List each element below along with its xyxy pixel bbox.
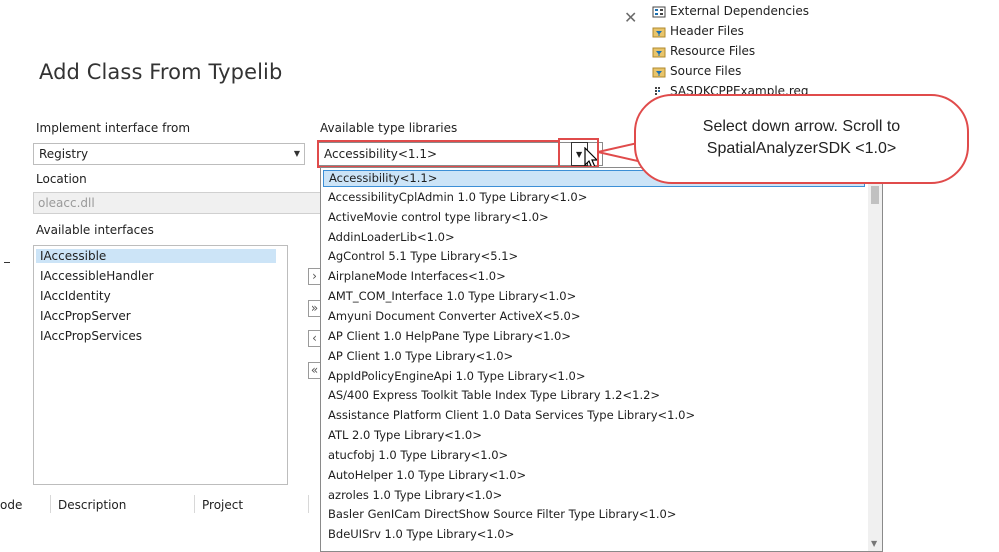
divider [4,262,10,263]
available-interfaces-list[interactable]: IAccessible IAccessibleHandler IAccIdent… [33,245,288,485]
dependencies-icon [652,6,666,17]
location-field: oleacc.dll [33,192,321,214]
callout-line-1: Select down arrow. Scroll to [702,118,901,135]
dropdown-item[interactable]: AgControl 5.1 Type Library<5.1> [328,249,518,263]
scroll-down-icon[interactable]: ▼ [871,539,877,548]
tree-item-resource-files[interactable]: Resource Files [652,44,755,58]
tree-item-header-files[interactable]: Header Files [652,24,744,38]
location-value: oleacc.dll [38,196,95,210]
location-label: Location [36,172,87,186]
scrollbar[interactable]: ▲ ▼ [868,168,882,551]
dropdown-item[interactable]: azroles 1.0 Type Library<1.0> [328,488,502,502]
column-description[interactable]: Description [58,498,126,512]
close-icon[interactable]: ✕ [624,8,637,27]
filter-folder-icon [652,27,666,37]
dropdown-item[interactable]: BdeUISrv 1.0 Type Library<1.0> [328,527,514,541]
dropdown-item[interactable]: Amyuni Document Converter ActiveX<5.0> [328,309,580,323]
filter-folder-icon [652,67,666,77]
dropdown-item[interactable]: ATL 2.0 Type Library<1.0> [328,428,482,442]
available-typelibs-label: Available type libraries [320,121,458,135]
chevron-down-icon: ▼ [293,149,300,158]
divider [194,495,195,513]
tree-item-label: Source Files [670,64,742,78]
dropdown-item[interactable]: AS/400 Express Toolkit Table Index Type … [328,388,660,402]
implement-interface-label: Implement interface from [36,121,191,135]
dialog-title: Add Class From Typelib [39,60,283,84]
dropdown-item[interactable]: AirplaneMode Interfaces<1.0> [328,269,506,283]
scrollbar-thumb[interactable] [871,186,879,204]
dropdown-item[interactable]: ActiveMovie control type library<1.0> [328,210,549,224]
dropdown-item[interactable]: AppIdPolicyEngineApi 1.0 Type Library<1.… [328,369,585,383]
implement-interface-select[interactable]: Registry ▼ [33,143,305,165]
dropdown-item[interactable]: AP Client 1.0 Type Library<1.0> [328,349,513,363]
filter-folder-icon [652,47,666,57]
tree-item-label: External Dependencies [670,4,810,18]
dropdown-item[interactable]: atucfobj 1.0 Type Library<1.0> [328,448,508,462]
dropdown-item[interactable]: AccessibilityCplAdmin 1.0 Type Library<1… [328,190,587,204]
tree-item-label: Header Files [670,24,744,38]
list-item[interactable]: IAccPropServices [40,329,142,343]
dropdown-item[interactable]: AddinLoaderLib<1.0> [328,230,455,244]
dropdown-item[interactable]: AMT_COM_Interface 1.0 Type Library<1.0> [328,289,576,303]
list-item[interactable]: IAccPropServer [40,309,131,323]
available-interfaces-label: Available interfaces [36,223,154,237]
dropdown-item[interactable]: Assistance Platform Client 1.0 Data Serv… [328,408,695,422]
tree-item-source-files[interactable]: Source Files [652,64,741,78]
dropdown-item[interactable]: AutoHelper 1.0 Type Library<1.0> [328,468,526,482]
highlight-box [317,140,560,168]
dropdown-item[interactable]: AP Client 1.0 HelpPane Type Library<1.0> [328,329,571,343]
highlight-box [558,138,599,168]
column-code[interactable]: ode [0,498,22,512]
dropdown-item[interactable]: Basler GenICam DirectShow Source Filter … [328,507,676,521]
implement-interface-value: Registry [39,147,89,161]
list-item[interactable]: IAccessible [36,249,276,263]
list-item[interactable]: IAccIdentity [40,289,111,303]
divider [308,495,309,513]
typelib-dropdown-list[interactable]: BdeUISrv 1.0 Type Library<1.0> Basler Gen… [320,167,883,552]
error-list-header: ode Description Project [0,495,320,515]
tree-item-label: Resource Files [670,44,756,58]
callout-line-2: SpatialAnalyzerSDK <1.0> [706,140,897,157]
list-item[interactable]: IAccessibleHandler [40,269,154,283]
divider [50,495,51,513]
tree-item-external-dependencies[interactable]: External Dependencies [652,4,809,18]
annotation-callout: Select down arrow. Scroll to SpatialAnal… [634,94,969,184]
column-project[interactable]: Project [202,498,243,512]
